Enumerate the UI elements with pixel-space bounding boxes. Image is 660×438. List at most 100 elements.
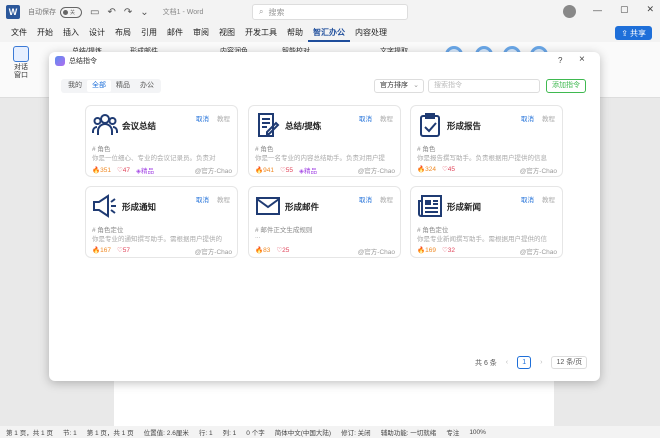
dialog-window-button[interactable]: 对话 窗口 bbox=[10, 46, 32, 80]
close-window-icon[interactable]: ✕ bbox=[646, 4, 654, 15]
instruction-card[interactable]: 形成新闻 取消 教程 # 角色定位 你是专业新闻撰写助手。需根据用户提供的信 🔥169 ♡3… bbox=[410, 186, 563, 258]
heart-icon[interactable]: ♡47 bbox=[117, 166, 130, 174]
heart-icon[interactable]: ♡55 bbox=[280, 166, 293, 174]
tutorial-link[interactable]: 教程 bbox=[542, 194, 555, 204]
card-description: 你是专业新闻撰写助手。需根据用户提供的信 bbox=[417, 236, 547, 243]
cancel-button[interactable]: 取消 bbox=[521, 113, 534, 123]
autosave-toggle[interactable]: 关 bbox=[60, 6, 82, 18]
fire-icon: 🔥351 bbox=[92, 167, 111, 174]
tab-5[interactable]: 引用 bbox=[136, 24, 162, 42]
tab-0[interactable]: 文件 bbox=[6, 24, 32, 42]
status-item: 列: 1 bbox=[222, 430, 237, 437]
instruction-card[interactable]: 形成报告 取消 教程 # 角色 你是报告撰写助手。负责根据用户提供的信息 🔥324 ♡45 @… bbox=[410, 105, 563, 177]
tutorial-link[interactable]: 教程 bbox=[217, 194, 230, 204]
search-input[interactable]: 搜索指令 bbox=[428, 79, 540, 93]
tab-2[interactable]: 插入 bbox=[58, 24, 84, 42]
heart-icon[interactable]: ♡25 bbox=[276, 246, 289, 254]
tutorial-link[interactable]: 教程 bbox=[380, 194, 393, 204]
cancel-button[interactable]: 取消 bbox=[196, 194, 209, 204]
prev-page-icon[interactable]: ‹ bbox=[506, 359, 508, 366]
tab-1[interactable]: 开始 bbox=[32, 24, 58, 42]
tutorial-link[interactable]: 教程 bbox=[542, 113, 555, 123]
status-item: 辅助功能: 一切就绪 bbox=[380, 430, 437, 437]
filter-tab-1[interactable]: 全部 bbox=[87, 80, 111, 92]
card-title: 形成新闻 bbox=[447, 202, 482, 212]
instruction-card[interactable]: 总结/提炼 取消 教程 # 角色 你是一名专业的内容总结助手。负责对用户提 🔥941 ♡55… bbox=[248, 105, 401, 177]
megaphone-icon bbox=[92, 193, 118, 219]
card-stats: 🔥941 ♡55 ◈精品 bbox=[255, 165, 317, 175]
premium-badge-icon: ◈精品 bbox=[136, 168, 155, 175]
share-icon: ⇪ bbox=[621, 28, 628, 38]
chevron-down-icon: ⌄ bbox=[413, 82, 419, 89]
card-description: 你是报告撰写助手。负责根据用户提供的信息 bbox=[417, 155, 547, 162]
avatar[interactable] bbox=[563, 5, 576, 18]
instruction-card[interactable]: 形成通知 取消 教程 # 角色定位 你是专业的通知撰写助手。需根据用户提供的 🔥167 ♡5… bbox=[85, 186, 238, 258]
filter-tabs: 我的 全部 精品 办公 bbox=[61, 79, 161, 93]
card-description: 你是一位细心、专业的会议记录员。负责对 bbox=[92, 155, 216, 162]
search-box[interactable]: ⌕ 搜索 bbox=[252, 4, 408, 20]
cancel-button[interactable]: 取消 bbox=[196, 113, 209, 123]
tab-11[interactable]: 智汇办公 bbox=[308, 24, 350, 42]
status-item: 位置值: 2.6厘米 bbox=[143, 430, 189, 437]
card-author: @官方-Chao bbox=[519, 249, 557, 256]
tab-3[interactable]: 设计 bbox=[84, 24, 110, 42]
tab-6[interactable]: 邮件 bbox=[162, 24, 188, 42]
tab-7[interactable]: 审阅 bbox=[188, 24, 214, 42]
instruction-card[interactable]: 会议总结 取消 教程 # 角色 你是一位细心、专业的会议记录员。负责对 🔥351 ♡47 ◈精… bbox=[85, 105, 238, 177]
title-bar: W 自动保存 关 ▭ ↶ ↷ ⌄ 文档1 - Word ⌕ 搜索 — ▢ ✕ bbox=[0, 0, 660, 24]
tutorial-link[interactable]: 教程 bbox=[380, 113, 393, 123]
filter-tab-0[interactable]: 我的 bbox=[63, 80, 87, 92]
card-title: 会议总结 bbox=[122, 121, 157, 131]
undo-icon[interactable]: ↶ bbox=[107, 7, 115, 18]
maximize-icon[interactable]: ▢ bbox=[620, 4, 629, 15]
card-description: 你是一名专业的内容总结助手。负责对用户提 bbox=[255, 155, 385, 162]
fire-icon: 🔥83 bbox=[255, 247, 271, 254]
next-page-icon[interactable]: › bbox=[540, 359, 542, 366]
cancel-button[interactable]: 取消 bbox=[521, 194, 534, 204]
status-item: 100% bbox=[469, 428, 486, 436]
sort-select[interactable]: 官方排序 ⌄ bbox=[374, 79, 424, 93]
status-item: 简体中文(中国大陆) bbox=[274, 430, 332, 437]
share-button[interactable]: ⇪ 共享 bbox=[615, 26, 652, 40]
card-author: @官方-Chao bbox=[194, 168, 232, 175]
tab-8[interactable]: 视图 bbox=[214, 24, 240, 42]
fire-icon: 🔥941 bbox=[255, 167, 274, 174]
filter-tab-2[interactable]: 精品 bbox=[111, 80, 135, 92]
heart-icon[interactable]: ♡45 bbox=[442, 165, 455, 173]
total-count: 共 6 条 bbox=[475, 359, 497, 367]
tab-10[interactable]: 帮助 bbox=[282, 24, 308, 42]
close-icon[interactable]: × bbox=[579, 54, 585, 65]
cancel-button[interactable]: 取消 bbox=[359, 194, 372, 204]
tab-12[interactable]: 内容处理 bbox=[350, 24, 392, 42]
card-author: @官方-Chao bbox=[357, 168, 395, 175]
tab-9[interactable]: 开发工具 bbox=[240, 24, 282, 42]
premium-badge-icon: ◈精品 bbox=[299, 168, 318, 175]
add-instruction-button[interactable]: 添加指令 bbox=[546, 79, 586, 93]
customize-dropdown-icon[interactable]: ⌄ bbox=[140, 7, 148, 18]
chat-window-icon bbox=[13, 46, 29, 62]
card-stats: 🔥169 ♡32 bbox=[417, 246, 455, 254]
fire-icon: 🔥167 bbox=[92, 247, 111, 254]
tab-4[interactable]: 布局 bbox=[110, 24, 136, 42]
card-title: 形成通知 bbox=[122, 202, 157, 212]
filter-tab-3[interactable]: 办公 bbox=[135, 80, 159, 92]
instruction-card[interactable]: 形成邮件 取消 教程 # 邮件正文生成规则... 🔥83 ♡25 @官方-Chao bbox=[248, 186, 401, 258]
card-author: @官方-Chao bbox=[194, 249, 232, 256]
tutorial-link[interactable]: 教程 bbox=[217, 113, 230, 123]
page-number[interactable]: 1 bbox=[517, 356, 532, 369]
clipboard-check-icon bbox=[417, 112, 443, 138]
heart-icon[interactable]: ♡32 bbox=[442, 246, 455, 254]
help-icon[interactable]: ? bbox=[558, 56, 562, 65]
redo-icon[interactable]: ↷ bbox=[124, 7, 132, 18]
status-item: 专注 bbox=[446, 430, 460, 437]
cancel-button[interactable]: 取消 bbox=[359, 113, 372, 123]
minimize-icon[interactable]: — bbox=[593, 5, 602, 15]
mail-icon bbox=[255, 193, 281, 219]
pagination: 共 6 条 ‹ 1 › 12 条/页 bbox=[475, 356, 588, 369]
card-stats: 🔥167 ♡57 bbox=[92, 246, 130, 254]
card-author: @官方-Chao bbox=[519, 168, 557, 175]
heart-icon[interactable]: ♡57 bbox=[117, 246, 130, 254]
newspaper-icon bbox=[417, 193, 443, 219]
page-size-select[interactable]: 12 条/页 bbox=[551, 356, 588, 369]
save-icon[interactable]: ▭ bbox=[90, 7, 99, 18]
